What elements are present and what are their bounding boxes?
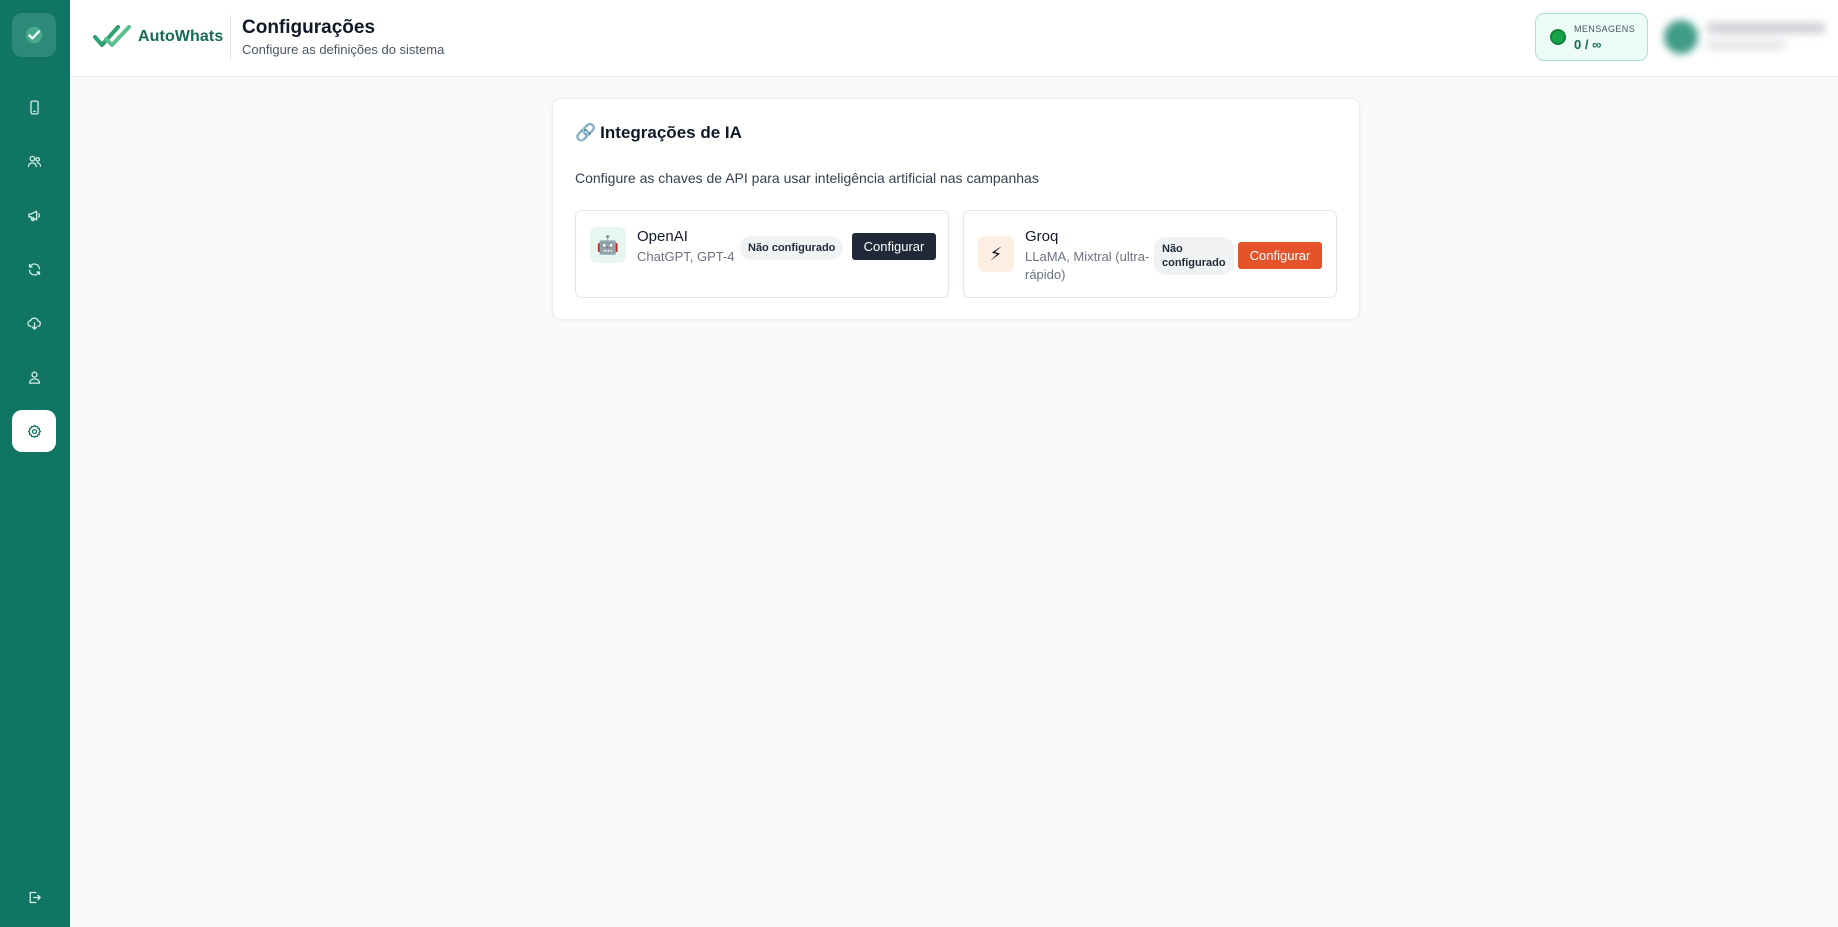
link-icon: 🔗 <box>575 123 597 142</box>
logout-button[interactable] <box>12 876 56 918</box>
user-email-redacted <box>1706 40 1786 50</box>
user-icon <box>28 371 40 384</box>
page-title: Configurações <box>242 17 376 38</box>
header-divider <box>230 15 231 61</box>
card-title: 🔗 Integrações de IA <box>575 123 742 143</box>
status-line1: Não <box>1162 243 1183 255</box>
messages-label: MENSAGENS <box>1574 24 1636 34</box>
provider-openai: 🤖 OpenAI ChatGPT, GPT-4 Não configurado … <box>575 210 949 298</box>
brand-name: AutoWhats <box>138 28 224 45</box>
cloud-download-icon <box>26 316 41 330</box>
user-menu[interactable] <box>1660 14 1838 60</box>
status-badge: Não configurado <box>740 236 844 260</box>
sidebar-item-campaigns[interactable] <box>12 194 56 236</box>
refresh-icon <box>28 262 40 276</box>
status-badge: Não configurado <box>1154 237 1234 275</box>
card-description: Configure as chaves de API para usar int… <box>575 170 1039 186</box>
phone-icon <box>29 99 39 115</box>
top-header: AutoWhats Configurações Configure as def… <box>70 0 1838 77</box>
page-subtitle: Configure as definições do sistema <box>242 42 445 57</box>
provider-name: OpenAI <box>637 228 688 245</box>
sidebar-item-devices[interactable] <box>12 86 56 128</box>
lightning-icon: ⚡ <box>978 236 1014 272</box>
sidebar-item-settings[interactable] <box>12 410 56 452</box>
gear-icon <box>27 424 41 438</box>
messages-counter: MENSAGENS 0 / ∞ <box>1535 13 1648 61</box>
brand[interactable]: AutoWhats <box>92 22 223 52</box>
check-badge-icon <box>25 26 43 44</box>
sidebar <box>0 0 70 927</box>
provider-groq: ⚡ Groq LLaMA, Mixtral (ultra- rápido) Nã… <box>963 210 1337 298</box>
users-icon <box>27 155 41 167</box>
status-line2: configurado <box>1162 257 1226 269</box>
status-dot-icon <box>1550 29 1566 45</box>
sidebar-item-backup[interactable] <box>12 302 56 344</box>
configure-openai-button[interactable]: Configurar <box>852 233 936 260</box>
configure-groq-button[interactable]: Configurar <box>1238 242 1322 269</box>
provider-models-line2: rápido) <box>1025 267 1066 282</box>
provider-models: ChatGPT, GPT-4 <box>637 249 735 264</box>
logout-icon <box>29 891 41 903</box>
sidebar-item-contacts[interactable] <box>12 140 56 182</box>
double-check-logo-icon <box>93 25 131 47</box>
robot-icon: 🤖 <box>590 227 626 263</box>
user-name-redacted <box>1706 22 1826 34</box>
megaphone-icon <box>27 210 40 221</box>
provider-models: LLaMA, Mixtral (ultra- rápido) <box>1025 248 1149 284</box>
avatar <box>1664 20 1698 54</box>
messages-value: 0 / ∞ <box>1574 37 1602 52</box>
provider-models-line1: LLaMA, Mixtral (ultra- <box>1025 249 1150 264</box>
ai-integrations-card: 🔗 Integrações de IA Configure as chaves … <box>552 98 1360 320</box>
app-logo[interactable] <box>12 13 56 57</box>
provider-name: Groq <box>1025 228 1059 245</box>
sidebar-item-profile[interactable] <box>12 356 56 398</box>
sidebar-item-automations[interactable] <box>12 248 56 290</box>
card-title-text: Integrações de IA <box>600 123 742 142</box>
